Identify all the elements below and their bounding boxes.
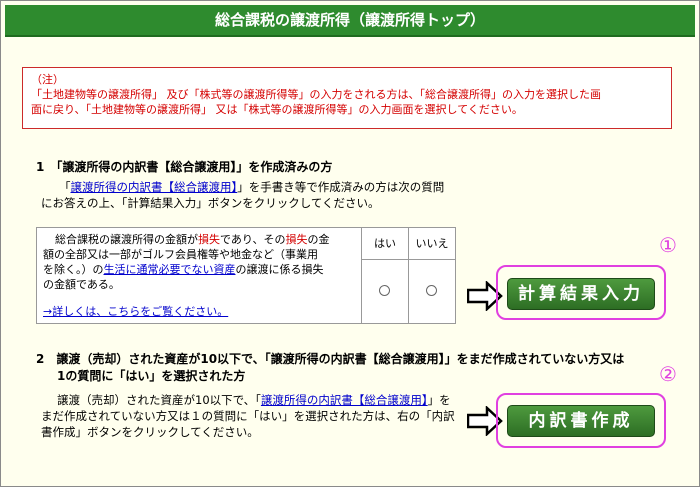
question-text-3: の金: [307, 233, 330, 246]
section-2-desc-line-2: まだ作成されていない方又は１の質問に「はい」を選択された方は、右の「内訳: [41, 409, 455, 423]
section-1-desc-post: 」を手書き等で作成済みの方は次の質問: [237, 180, 445, 194]
page-header: 総合課税の譲渡所得（譲渡所得トップ）: [5, 5, 695, 37]
section-1-desc-pre: 「: [59, 180, 71, 194]
section-1-desc-line-2: にお答えの上、「計算結果入力」ボタンをクリックしてください。: [41, 196, 380, 210]
question-line-1: 総合課税の譲渡所得の金額が損失であり、その損失の金: [43, 232, 355, 247]
section-2-desc-line-3: 書作成」ボタンをクリックしてください。: [41, 425, 259, 439]
section-2-desc-post: 」を: [427, 393, 451, 407]
question-cell: 総合課税の譲渡所得の金額が損失であり、その損失の金 額の全部又は一部がゴルフ会員…: [37, 228, 362, 323]
page-frame: 総合課税の譲渡所得（譲渡所得トップ） （注） 「土地建物等の譲渡所得」 及び「株…: [0, 0, 700, 487]
section-2-desc-pre: 譲渡（売却）された資産が10以下で、「: [57, 393, 261, 407]
no-radio[interactable]: [426, 285, 437, 296]
question-table: 総合課税の譲渡所得の金額が損失であり、その損失の金 額の全部又は一部がゴルフ会員…: [36, 227, 456, 324]
marker-1: ①: [659, 233, 677, 257]
question-line-3: を除く。）の生活に通常必要でない資産の譲渡に係る損失: [43, 262, 355, 277]
section-1-title: 1 「譲渡所得の内訳書【総合譲渡用】」を作成済みの方: [36, 160, 333, 174]
column-no-header: いいえ: [409, 228, 455, 260]
section-1-form-link[interactable]: 譲渡所得の内訳書【総合譲渡用】: [71, 180, 238, 194]
calc-result-input-button[interactable]: 計算結果入力: [507, 278, 655, 310]
section-2-title-line-1: 2 譲渡（売却）された資産が10以下で、「譲渡所得の内訳書【総合譲渡用】」をまだ…: [36, 352, 625, 366]
section-2-desc-line-1: 譲渡（売却）された資産が10以下で、「譲渡所得の内訳書【総合譲渡用】」を: [57, 392, 451, 408]
question-text-2: であり、その: [220, 233, 286, 246]
create-breakdown-button[interactable]: 内訳書作成: [507, 405, 655, 437]
question-line-3-post: の譲渡に係る損失: [235, 263, 324, 276]
yes-radio-cell: [362, 260, 409, 323]
yes-radio[interactable]: [379, 285, 390, 296]
question-line-4: の金額である。: [43, 278, 120, 291]
details-link[interactable]: →詳しくは、こちらをご覧ください。: [43, 304, 228, 319]
notice-line-2: 面に戻り、「土地建物等の譲渡所得」 又は「株式等の譲渡所得等」の入力画面を選択し…: [31, 103, 523, 116]
unnecessary-asset-link[interactable]: 生活に通常必要でない資産: [104, 263, 236, 276]
no-radio-cell: [409, 260, 455, 323]
question-loss-2: 損失: [285, 233, 308, 246]
question-line-2: 額の全部又は一部がゴルフ会員権等や地金など（事業用: [43, 248, 318, 261]
notice-line-1: 「土地建物等の譲渡所得」 及び「株式等の譲渡所得等」の入力をされる方は、「総合譲…: [31, 88, 601, 101]
section-2-form-link[interactable]: 譲渡所得の内訳書【総合譲渡用】: [261, 393, 428, 407]
question-loss-1: 損失: [198, 233, 220, 246]
marker-2: ②: [659, 362, 677, 386]
page-title: 総合課税の譲渡所得（譲渡所得トップ）: [214, 11, 485, 29]
notice-heading: （注）: [31, 73, 64, 86]
question-text-1: 総合課税の譲渡所得の金額が: [55, 233, 198, 246]
notice-box: （注） 「土地建物等の譲渡所得」 及び「株式等の譲渡所得等」の入力をされる方は、…: [22, 67, 672, 129]
column-yes-header: はい: [362, 228, 409, 260]
question-line-3-pre: を除く。）の: [43, 263, 104, 276]
section-2-title-line-2: 1の質問に「はい」を選択された方: [57, 369, 246, 383]
section-1-desc-line-1: 「譲渡所得の内訳書【総合譲渡用】」を手書き等で作成済みの方は次の質問: [59, 179, 444, 195]
